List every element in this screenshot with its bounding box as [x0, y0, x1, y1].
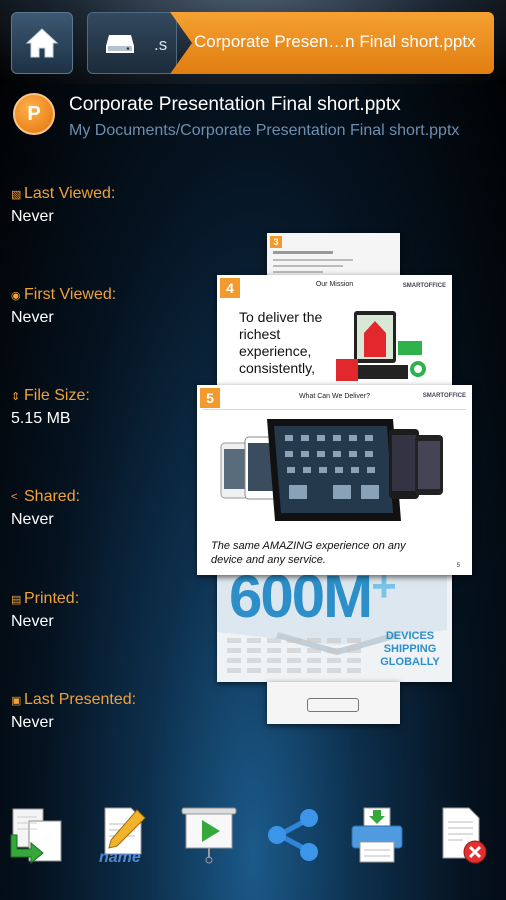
- stat-caption: DEVICES SHIPPING GLOBALLY: [380, 630, 440, 668]
- slide-caption: The same AMAZING experience on any devic…: [211, 540, 406, 566]
- share-button[interactable]: [262, 800, 324, 870]
- slide-thumbnail-3[interactable]: 3: [267, 233, 400, 281]
- delete-button[interactable]: [432, 800, 494, 870]
- slide-body-text: To deliver the richest experience, consi…: [239, 309, 323, 376]
- devices-graphic: [220, 419, 443, 521]
- share-icon: <: [11, 491, 18, 503]
- detail-first-viewed: ◉ First Viewed: Never: [11, 286, 116, 327]
- share-icon: [268, 809, 318, 861]
- rename-icon-label: name: [99, 849, 141, 866]
- detail-value: Never: [11, 714, 54, 731]
- breadcrumb-parent[interactable]: .s: [87, 12, 177, 74]
- slide-number: 3: [270, 236, 282, 248]
- slide-thumbnail-5[interactable]: 5 What Can We Deliver? SMARTOFFICE The s…: [197, 385, 472, 575]
- projector-icon: [181, 807, 237, 864]
- file-path: My Documents/Corporate Presentation Fina…: [69, 122, 460, 139]
- detail-label: File Size:: [24, 387, 90, 404]
- slide-thumbnail-6[interactable]: 600M+ DEVICES SHIPPING GLOBALLY: [217, 560, 452, 682]
- slide-thumbnail-4[interactable]: 4 Our Mission SMARTOFFICE To deliver the…: [217, 275, 452, 385]
- printer-icon: ▤: [11, 593, 22, 606]
- copy-icon: [10, 808, 62, 865]
- detail-label: Shared:: [24, 488, 81, 505]
- slide-page-number: 5: [456, 563, 460, 569]
- detail-value: 5.15 MB: [11, 410, 71, 427]
- home-button[interactable]: [11, 12, 73, 74]
- detail-file-size: ⇕ File Size: 5.15 MB: [11, 387, 90, 428]
- drive-icon: [106, 35, 134, 53]
- slide-thumbnail-7[interactable]: [267, 682, 400, 724]
- powerpoint-file-icon: P: [13, 93, 55, 135]
- detail-last-presented: ▣ Last Presented: Never: [11, 691, 136, 732]
- breadcrumb-truncated: .s: [154, 35, 168, 54]
- delete-file-icon: [442, 807, 487, 864]
- slide-preview-stack[interactable]: 3 600M+ DEVICES SHIPPING GLOBALLY 4 Our …: [195, 230, 475, 730]
- brand-logos: [227, 638, 367, 678]
- rename-button[interactable]: name: [92, 800, 154, 870]
- rename-icon: name: [99, 807, 146, 866]
- devices-graphic: [336, 311, 426, 381]
- detail-shared: < Shared: Never: [11, 488, 80, 529]
- top-bar: .s Corporate Presen…n Final short.pptx: [0, 0, 506, 84]
- home-icon: [25, 28, 59, 58]
- detail-label: Printed:: [24, 590, 80, 607]
- detail-label: Last Presented:: [24, 691, 137, 708]
- detail-value: Never: [11, 613, 54, 630]
- printer-icon: [351, 807, 403, 863]
- breadcrumb-current[interactable]: Corporate Presen…n Final short.pptx: [170, 12, 494, 74]
- bottom-toolbar: name: [0, 800, 506, 880]
- present-button[interactable]: [178, 800, 240, 870]
- smartoffice-logo: SMARTOFFICE: [422, 393, 466, 399]
- present-icon: ▣: [11, 694, 22, 707]
- detail-label: Last Viewed:: [24, 185, 116, 202]
- calendar-icon: ▧: [11, 188, 22, 201]
- detail-value: Never: [11, 511, 54, 528]
- print-button[interactable]: [346, 800, 408, 870]
- smartoffice-logo: SMARTOFFICE: [402, 283, 446, 289]
- detail-label: First Viewed:: [24, 286, 117, 303]
- breadcrumb-current-label: Corporate Presen…n Final short.pptx: [194, 32, 476, 51]
- detail-value: Never: [11, 208, 54, 225]
- detail-value: Never: [11, 309, 54, 326]
- detail-printed: ▤ Printed: Never: [11, 590, 79, 631]
- copy-file-button[interactable]: [8, 800, 70, 870]
- eye-icon: ◉: [11, 289, 21, 302]
- detail-last-viewed: ▧ Last Viewed: Never: [11, 185, 115, 226]
- file-title: Corporate Presentation Final short.pptx: [69, 94, 401, 115]
- file-size-icon: ⇕: [11, 390, 21, 403]
- file-avatar-letter: P: [27, 102, 41, 125]
